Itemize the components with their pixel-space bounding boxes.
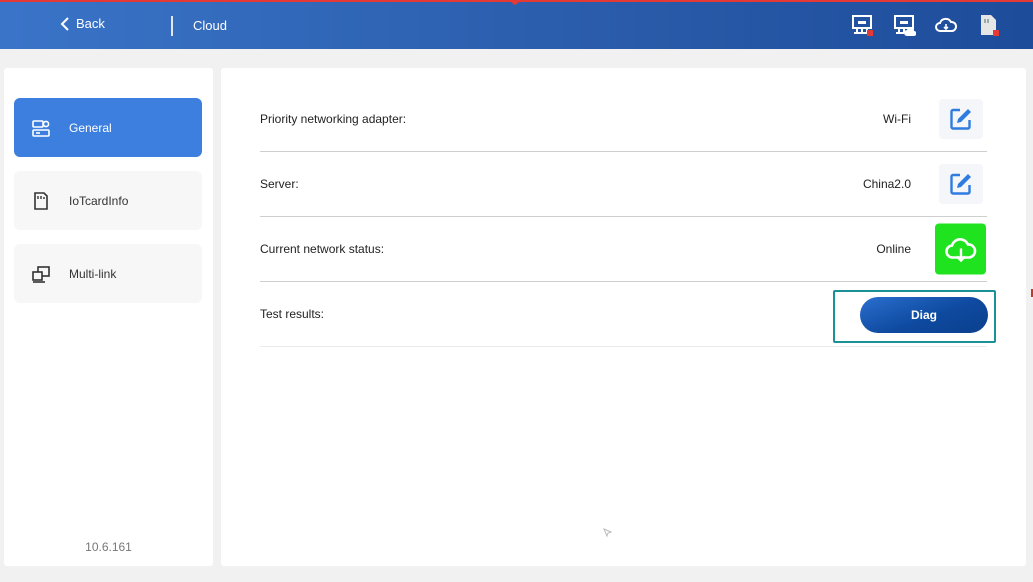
edit-icon	[950, 108, 971, 130]
version-label: 10.6.161	[85, 540, 132, 554]
multi-link-icon	[32, 265, 50, 283]
sidebar-item-multi-link[interactable]: Multi-link	[14, 244, 202, 303]
sidebar-item-iotcardinfo[interactable]: IoTcardInfo	[14, 171, 202, 230]
edit-icon	[950, 173, 971, 195]
sidebar-item-label: IoTcardInfo	[69, 193, 129, 208]
header-divider	[171, 16, 173, 36]
mouse-cursor-icon	[603, 528, 613, 538]
edit-server-button[interactable]	[939, 164, 983, 204]
sidebar: General IoTcardInfo Multi-link 10.6.161	[4, 68, 213, 566]
network-adapter-error-icon[interactable]	[850, 13, 874, 39]
row-priority-adapter: Priority networking adapter: Wi-Fi	[260, 87, 987, 152]
chevron-left-icon	[60, 16, 69, 31]
settings-card-icon	[32, 119, 50, 137]
cloud-icon[interactable]	[934, 13, 958, 39]
main-panel: Priority networking adapter: Wi-Fi Serve…	[221, 68, 1026, 566]
sidebar-item-general[interactable]: General	[14, 98, 202, 157]
row-value: Online	[876, 242, 911, 256]
back-label: Back	[76, 16, 105, 31]
row-label: Current network status:	[260, 242, 385, 256]
row-server: Server: China2.0	[260, 152, 987, 217]
page-title: Cloud	[193, 18, 227, 33]
top-bar: Back Cloud	[0, 0, 1033, 49]
diag-button[interactable]: Diag	[860, 297, 988, 333]
back-button[interactable]: Back	[60, 16, 105, 31]
network-cloud-icon[interactable]	[892, 13, 917, 39]
row-value: China2.0	[862, 177, 911, 191]
row-value: Wi-Fi	[883, 112, 911, 126]
row-label: Server:	[260, 177, 299, 191]
status-icons	[850, 13, 1000, 39]
top-notch-marker	[508, 0, 522, 5]
cloud-icon	[944, 237, 976, 262]
diag-highlight-frame: Diag	[833, 290, 996, 343]
row-label: Priority networking adapter:	[260, 112, 407, 126]
sim-card-error-icon[interactable]	[976, 13, 1000, 39]
row-network-status: Current network status: Online	[260, 217, 987, 282]
sidebar-item-label: Multi-link	[69, 266, 117, 281]
row-label: Test results:	[260, 307, 325, 321]
edit-adapter-button[interactable]	[939, 99, 983, 139]
sim-card-icon	[34, 191, 48, 210]
online-status-button[interactable]	[935, 223, 986, 275]
sidebar-item-label: General	[69, 120, 112, 135]
